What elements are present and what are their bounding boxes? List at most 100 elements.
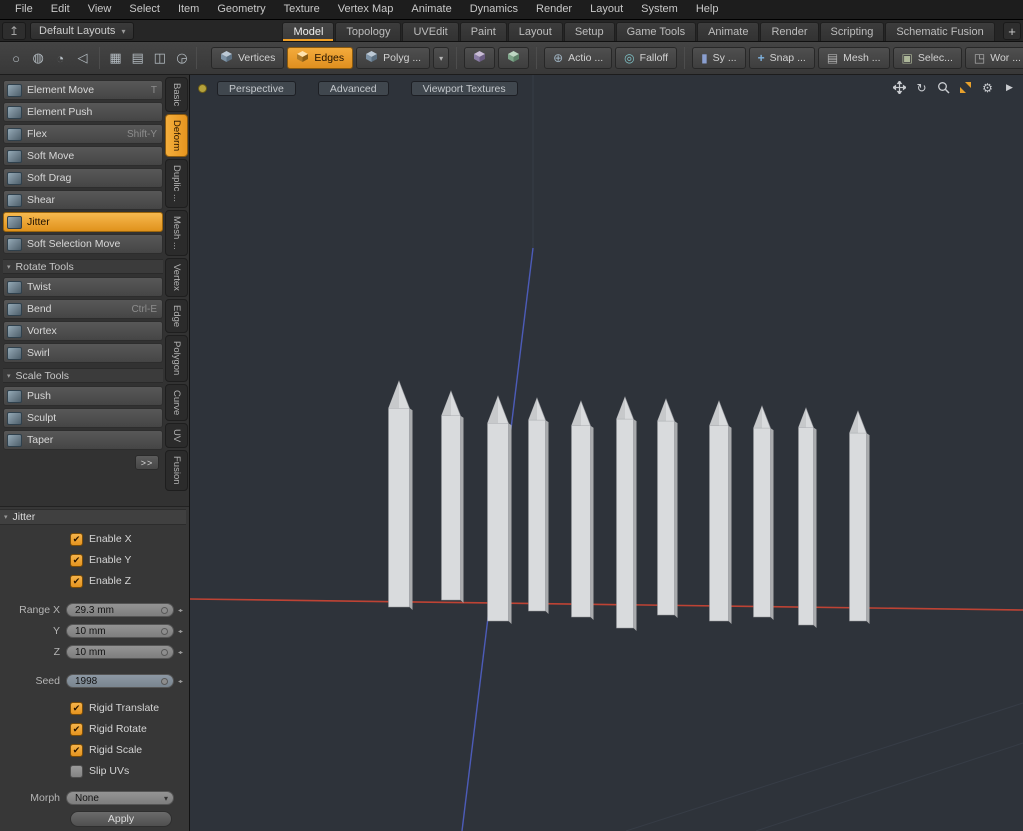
mini-dial-icon[interactable] [161,607,168,614]
rigid-scale-label[interactable]: Rigid Scale [89,744,142,756]
mini-dial-icon[interactable] [161,649,168,656]
ellipse-tool-button[interactable]: ○ [6,47,26,69]
rigid-translate-checkbox[interactable]: ✔ [70,702,83,715]
slip-uvs-checkbox[interactable]: ✔ [70,765,83,778]
seed-field[interactable]: 1998 [66,674,174,688]
array-tool-button[interactable]: ▤ [128,47,148,69]
mini-slider-arrows-icon[interactable]: ◂▸ [174,678,186,685]
action-center-button[interactable]: ⊕ Actio ... [544,47,612,69]
slip-uvs-label[interactable]: Slip UVs [89,765,129,777]
tool-flex[interactable]: Flex Shift-Y [3,124,163,144]
work-plane-button[interactable]: ◳ Wor ... [965,47,1023,69]
menu-vertex-map[interactable]: Vertex Map [329,0,403,19]
expand-panel-button[interactable]: >> [135,455,159,470]
viewport-3d[interactable]: Perspective Advanced Viewport Textures ↻… [190,75,1023,831]
mesh-constraints-button[interactable]: ▤ Mesh ... [818,47,890,69]
tool-taper[interactable]: Taper [3,430,163,450]
orbit-icon[interactable]: ↻ [914,80,929,95]
viewport-shading-button[interactable]: Advanced [318,81,389,96]
pen-tool-button[interactable]: ◔ [50,47,70,69]
tool-sculpt[interactable]: Sculpt [3,408,163,428]
enable-z-label[interactable]: Enable Z [89,575,131,587]
menu-geometry[interactable]: Geometry [208,0,274,19]
vtab-basic[interactable]: Basic [165,77,188,112]
menu-texture[interactable]: Texture [275,0,329,19]
expand-options-icon[interactable]: ▶ [1002,80,1017,95]
vtab-polygon[interactable]: Polygon [165,335,188,381]
tool-twist[interactable]: Twist [3,277,163,297]
layout-tab-animate[interactable]: Animate [697,22,759,41]
sphere-tool-button[interactable]: ◍ [28,47,48,69]
morph-dropdown[interactable]: None ▾ [66,791,174,805]
mini-dial-icon[interactable] [161,678,168,685]
vtab-fusion[interactable]: Fusion [165,450,188,491]
menu-view[interactable]: View [79,0,121,19]
range-z-field[interactable]: 10 mm [66,645,174,659]
center-mode-button[interactable] [498,47,529,69]
rigid-rotate-checkbox[interactable]: ✔ [70,723,83,736]
menu-edit[interactable]: Edit [42,0,79,19]
menu-help[interactable]: Help [687,0,728,19]
mode-polygons-button[interactable]: Polyg ... [356,47,430,69]
menu-layout[interactable]: Layout [581,0,632,19]
layout-tab-render[interactable]: Render [760,22,818,41]
vtab-vertex[interactable]: Vertex [165,258,188,297]
menu-file[interactable]: File [6,0,42,19]
mini-slider-arrows-icon[interactable]: ◂▸ [174,649,186,656]
enable-x-label[interactable]: Enable X [89,533,132,545]
layout-tab-uvedit[interactable]: UVEdit [402,22,458,41]
vtab-curve[interactable]: Curve [165,384,188,421]
tool-vortex[interactable]: Vortex [3,321,163,341]
tool-shear[interactable]: Shear [3,190,163,210]
menu-item[interactable]: Item [169,0,208,19]
mode-vertices-button[interactable]: Vertices [211,47,284,69]
curve-tool-button[interactable]: ◁ [72,47,92,69]
layout-tab-layout[interactable]: Layout [508,22,563,41]
zoom-icon[interactable] [936,80,951,95]
snap-button[interactable]: + Snap ... [749,47,815,69]
menu-select[interactable]: Select [120,0,169,19]
tool-soft-selection-move[interactable]: Soft Selection Move [3,234,163,254]
selection-set-button[interactable]: ▣ Selec... [893,47,962,69]
viewport-status-dot[interactable] [198,84,207,93]
tool-swirl[interactable]: Swirl [3,343,163,363]
scale-tools-header[interactable]: ▾ Scale Tools [3,368,163,383]
item-mode-button[interactable] [464,47,495,69]
menu-dynamics[interactable]: Dynamics [461,0,527,19]
viewport-canvas[interactable] [190,75,1023,831]
tool-soft-drag[interactable]: Soft Drag [3,168,163,188]
layout-selector[interactable]: Default Layouts ▾ [30,22,134,40]
tool-element-push[interactable]: Element Push [3,102,163,122]
vtab-deform[interactable]: Deform [165,114,188,157]
rigid-scale-checkbox[interactable]: ✔ [70,744,83,757]
apply-button[interactable]: Apply [70,811,172,827]
layout-tab-model[interactable]: Model [282,22,334,41]
layouts-menu-icon[interactable]: ↥ [2,22,26,40]
maximize-icon[interactable] [958,80,973,95]
tool-soft-move[interactable]: Soft Move [3,146,163,166]
range-x-field[interactable]: 29.3 mm [66,603,174,617]
layout-tab-game-tools[interactable]: Game Tools [616,22,697,41]
vtab-edge[interactable]: Edge [165,299,188,333]
enable-y-label[interactable]: Enable Y [89,554,131,566]
menu-system[interactable]: System [632,0,687,19]
enable-z-checkbox[interactable]: ✔ [70,575,83,588]
vtab-uv[interactable]: UV [165,423,188,448]
vtab-duplicate[interactable]: Duplic ... [165,159,188,208]
enable-x-checkbox[interactable]: ✔ [70,533,83,546]
add-layout-button[interactable]: + [1003,22,1021,40]
viewport-type-button[interactable]: Perspective [217,81,296,96]
settings-gear-icon[interactable]: ⚙ [980,80,995,95]
layout-tab-setup[interactable]: Setup [564,22,615,41]
range-y-field[interactable]: 10 mm [66,624,174,638]
layout-tab-topology[interactable]: Topology [335,22,401,41]
tool-bend[interactable]: Bend Ctrl-E [3,299,163,319]
tool-element-move[interactable]: Element Move T [3,80,163,100]
rigid-rotate-label[interactable]: Rigid Rotate [89,723,147,735]
layout-tab-paint[interactable]: Paint [460,22,507,41]
rotate-tools-header[interactable]: ▾ Rotate Tools [3,259,163,274]
radial-tool-button[interactable]: ◶ [172,47,192,69]
mirror-tool-button[interactable]: ▦ [106,47,126,69]
mini-slider-arrows-icon[interactable]: ◂▸ [174,628,186,635]
pan-icon[interactable] [892,80,907,95]
